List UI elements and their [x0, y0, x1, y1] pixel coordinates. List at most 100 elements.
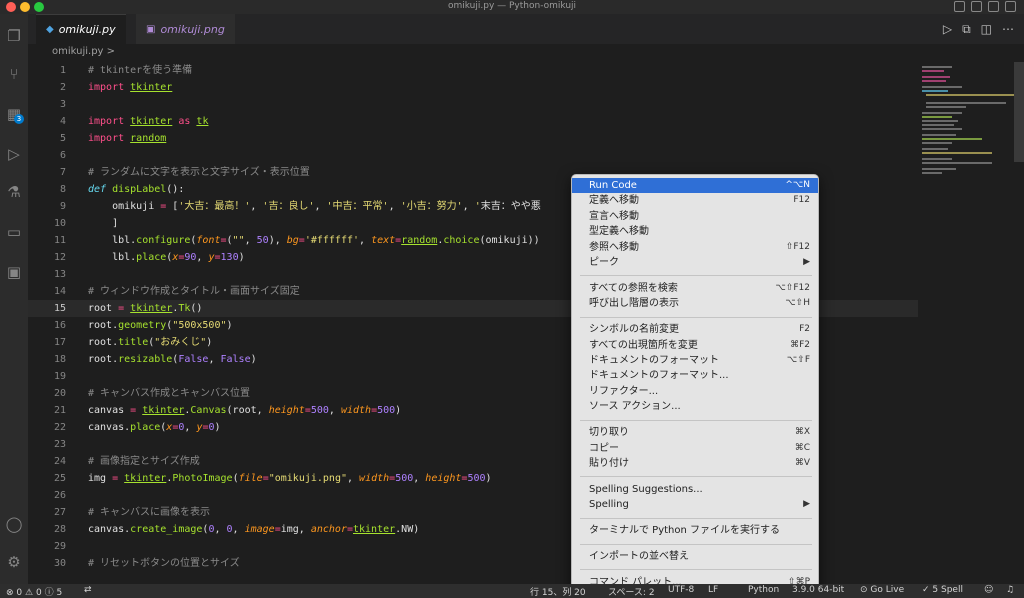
menu-item[interactable]: すべての出現箇所を変更 ⌘F2 [572, 338, 818, 353]
menu-separator [580, 316, 812, 318]
breadcrumb-file[interactable]: omikuji.py [52, 46, 103, 57]
code-text[interactable]: canvas = tkinter.Canvas(root, height=500… [88, 402, 401, 419]
source-control-icon[interactable]: ⑂ [0, 62, 28, 86]
code-line[interactable]: 5 import random [28, 130, 918, 147]
problems-status[interactable]: ⊗ 0 ⚠ 0 ⓘ 5 [6, 585, 62, 598]
code-text[interactable]: img = tkinter.PhotoImage(file="omikuji.p… [88, 470, 492, 487]
toggle-panel-icon[interactable] [971, 1, 982, 12]
code-text[interactable]: root.title("おみくじ") [88, 334, 212, 351]
line-number: 11 [53, 235, 66, 246]
code-text[interactable]: # ランダムに文字を表示と文字サイズ・表示位置 [88, 164, 310, 181]
code-text[interactable]: import tkinter [88, 79, 172, 96]
menu-item-shortcut: ⌥⇧F12 [775, 282, 810, 293]
tab-omikuji-png[interactable]: ▣ omikuji.png [136, 14, 235, 44]
menu-item[interactable]: 貼り付け ⌘V [572, 456, 818, 471]
code-text[interactable]: # 画像指定とサイズ作成 [88, 453, 200, 470]
menu-item[interactable]: シンボルの名前変更 F2 [572, 322, 818, 337]
menu-item[interactable]: すべての参照を検索 ⌥⇧F12 [572, 281, 818, 296]
line-number: 16 [53, 320, 66, 331]
menu-item[interactable]: Spelling ▶ [572, 497, 818, 512]
gear-icon[interactable]: ⚙ [0, 550, 28, 574]
menu-item[interactable]: 切り取り ⌘X [572, 425, 818, 440]
code-line[interactable]: 6 [28, 147, 918, 164]
code-text[interactable]: canvas.place(x=0, y=0) [88, 419, 221, 436]
split-editor-icon[interactable]: ◫ [981, 22, 992, 37]
code-text[interactable]: # ウィンドウ作成とタイトル・画面サイズ固定 [88, 283, 300, 300]
code-text[interactable]: import tkinter as tk [88, 113, 208, 130]
code-text[interactable]: root = tkinter.Tk() [88, 300, 202, 317]
code-text[interactable]: # キャンバス作成とキャンバス位置 [88, 385, 250, 402]
broadcast-icon: ⊙ [860, 585, 868, 595]
menu-item-label: 切り取り [589, 427, 629, 439]
code-text[interactable]: def dispLabel(): [88, 181, 184, 198]
code-line[interactable]: 4 import tkinter as tk [28, 113, 918, 130]
live-share-icon[interactable]: ⇄ [84, 585, 92, 595]
go-live-button[interactable]: ⊙ Go Live [860, 585, 904, 595]
accounts-status-icon[interactable]: ☺ [984, 585, 993, 595]
code-text[interactable]: lbl.configure(font=("", 50), bg='#ffffff… [88, 232, 540, 249]
code-text[interactable]: import random [88, 130, 166, 147]
explorer-icon[interactable]: ❐ [0, 24, 28, 48]
run-python-icon[interactable]: ▷ [943, 22, 952, 37]
menu-item[interactable]: 宣言へ移動 [572, 209, 818, 224]
menu-item-label: ターミナルで Python ファイルを実行する [589, 525, 781, 537]
minimap[interactable] [918, 62, 1018, 182]
line-number: 21 [53, 405, 66, 416]
menu-item-label: Spelling Suggestions... [589, 483, 703, 495]
code-text[interactable]: # キャンバスに画像を表示 [88, 504, 210, 521]
menu-item[interactable]: 定義へ移動 F12 [572, 193, 818, 208]
code-text[interactable]: canvas.create_image(0, 0, image=img, anc… [88, 521, 419, 538]
code-text[interactable]: root.geometry("500x500") [88, 317, 233, 334]
remote-explorer-icon[interactable]: ▭ [0, 220, 28, 244]
cursor-position[interactable]: 行 15、列 20 [530, 585, 586, 598]
line-number: 29 [53, 541, 66, 552]
toggle-sidebar-icon[interactable] [954, 1, 965, 12]
toggle-secondary-sidebar-icon[interactable] [988, 1, 999, 12]
breadcrumb[interactable]: omikuji.py > [52, 46, 115, 57]
code-line[interactable]: 3 [28, 96, 918, 113]
python-interpreter[interactable]: 3.9.0 64-bit [792, 585, 844, 595]
indentation[interactable]: スペース: 2 [608, 585, 655, 598]
menu-item[interactable]: ターミナルで Python ファイルを実行する [572, 523, 818, 538]
menu-item[interactable]: インポートの並べ替え [572, 549, 818, 564]
menu-item[interactable]: ドキュメントのフォーマット ⌥⇧F [572, 353, 818, 368]
menu-item[interactable]: ソース アクション... [572, 399, 818, 414]
code-text[interactable]: lbl.place(x=90, y=130) [88, 249, 245, 266]
terminal-icon[interactable]: ▣ [0, 260, 28, 284]
window-title: omikuji.py — Python-omikuji [447, 1, 577, 11]
info-count: 5 [56, 588, 63, 598]
line-number: 15 [53, 303, 66, 314]
account-icon[interactable]: ◯ [0, 512, 28, 536]
extensions-icon[interactable]: ▦ 3 [0, 102, 28, 126]
menu-item[interactable]: 参照へ移動 ⇧F12 [572, 240, 818, 255]
encoding[interactable]: UTF-8 [668, 585, 694, 595]
run-debug-icon[interactable]: ▷ [0, 142, 28, 166]
menu-item[interactable]: 呼び出し階層の表示 ⌥⇧H [572, 296, 818, 311]
code-text[interactable]: omikuji = ['大吉：最高！', '吉：良し', '中吉：平常', '小… [88, 198, 541, 215]
menu-item[interactable]: Run Code ^⌥N [572, 178, 818, 193]
code-text[interactable]: ] [88, 215, 118, 232]
testing-icon[interactable]: ⚗ [0, 180, 28, 204]
notifications-icon[interactable]: ♫ [1006, 585, 1014, 595]
line-number: 10 [53, 218, 66, 229]
menu-item[interactable]: ドキュメントのフォーマット... [572, 368, 818, 383]
language-mode[interactable]: Python [748, 585, 779, 595]
more-actions-icon[interactable]: ⋯ [1002, 22, 1014, 37]
end-of-line[interactable]: LF [708, 585, 718, 595]
code-text[interactable]: root.resizable(False, False) [88, 351, 257, 368]
line-number: 27 [53, 507, 66, 518]
code-text[interactable]: # リセットボタンの位置とサイズ [88, 555, 240, 572]
code-text[interactable]: # tkinterを使う準備 [88, 62, 192, 79]
customize-layout-icon[interactable] [1005, 1, 1016, 12]
menu-item[interactable]: 型定義へ移動 [572, 224, 818, 239]
spell-status[interactable]: ✓ 5 Spell [922, 585, 963, 595]
tab-omikuji-py[interactable]: ◆ omikuji.py [36, 14, 126, 44]
editor-scrollbar[interactable] [1014, 62, 1024, 162]
menu-item[interactable]: リファクター... [572, 384, 818, 399]
open-preview-icon[interactable]: ⧉ [962, 22, 971, 37]
menu-item[interactable]: Spelling Suggestions... [572, 482, 818, 497]
code-line[interactable]: 2 import tkinter [28, 79, 918, 96]
code-line[interactable]: 1 # tkinterを使う準備 [28, 62, 918, 79]
menu-item[interactable]: ピーク ▶ [572, 255, 818, 270]
menu-item[interactable]: コピー ⌘C [572, 441, 818, 456]
